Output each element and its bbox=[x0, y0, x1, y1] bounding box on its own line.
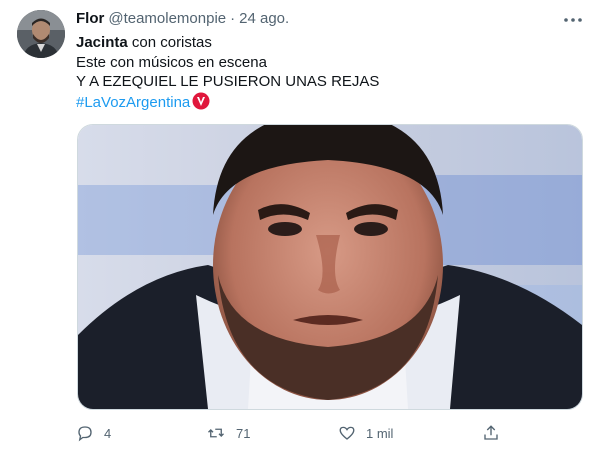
hashtag-link[interactable]: #LaVozArgentina bbox=[76, 94, 190, 111]
tweet[interactable]: Flor @teamolemonpie · 24 ago. Jacinta co… bbox=[0, 0, 596, 453]
tweet-line-3: Y A EZEQUIEL LE PUSIERON UNAS REJAS bbox=[76, 73, 380, 90]
retweet-count: 71 bbox=[236, 425, 251, 441]
share-button[interactable] bbox=[482, 422, 500, 444]
author-handle[interactable]: @teamolemonpie bbox=[108, 10, 226, 27]
heart-icon bbox=[339, 426, 355, 440]
like-button[interactable]: 1 mil bbox=[338, 422, 393, 444]
tweet-bold-word: Jacinta bbox=[76, 34, 128, 51]
reply-count: 4 bbox=[104, 425, 112, 441]
tweet-text: Jacinta con coristas Este con músicos en… bbox=[76, 33, 576, 112]
more-dots-icon bbox=[564, 18, 582, 22]
more-button[interactable] bbox=[562, 12, 584, 28]
tweet-media-image[interactable] bbox=[77, 124, 583, 410]
reply-button[interactable]: 4 bbox=[76, 422, 111, 444]
tweet-line-1-rest: con coristas bbox=[127, 34, 212, 51]
tweet-date[interactable]: 24 ago. bbox=[239, 10, 289, 27]
reply-icon bbox=[78, 426, 92, 442]
avatar[interactable] bbox=[17, 10, 65, 58]
tweet-line-2: Este con músicos en escena bbox=[76, 53, 267, 71]
author-name[interactable]: Flor bbox=[76, 10, 104, 27]
tweet-line-4: #LaVozArgentina bbox=[76, 92, 576, 113]
like-count: 1 mil bbox=[366, 425, 394, 441]
tweet-header: Flor @teamolemonpie · 24 ago. bbox=[76, 10, 289, 30]
la-voz-hashflag-icon bbox=[192, 92, 210, 109]
retweet-button[interactable]: 71 bbox=[206, 422, 250, 444]
share-icon bbox=[484, 425, 498, 440]
dot-separator: · bbox=[230, 10, 236, 27]
action-bar: 4 71 1 mil bbox=[76, 422, 506, 444]
retweet-icon bbox=[208, 428, 224, 438]
tweet-line-1: Jacinta con coristas bbox=[76, 33, 576, 53]
